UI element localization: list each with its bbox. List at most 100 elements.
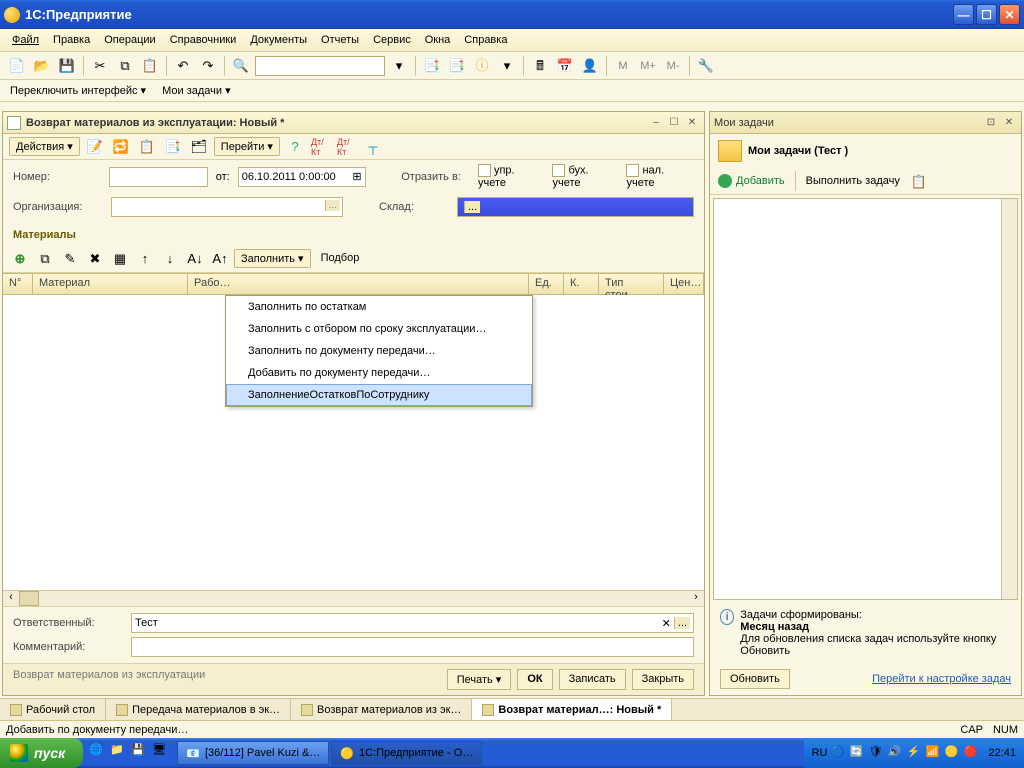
tb-dropdown-icon[interactable]: ▾ <box>496 55 518 77</box>
close-button[interactable]: ✕ <box>999 4 1020 25</box>
menu-service[interactable]: Сервис <box>367 32 417 48</box>
side-pin-icon[interactable]: ⊡ <box>983 116 999 130</box>
sort-desc-icon[interactable]: A↑ <box>209 247 231 269</box>
grid-scrollbar[interactable]: ‹› <box>3 590 704 606</box>
search-dropdown-icon[interactable]: ▾ <box>388 55 410 77</box>
refresh-button[interactable]: Обновить <box>720 669 790 689</box>
tb-icon[interactable]: 🗂 <box>188 136 210 158</box>
tray-icon[interactable]: 🔄 <box>849 745 865 761</box>
ql-icon[interactable]: 📁 <box>110 743 128 763</box>
dtkt-icon[interactable]: Дт/Кт <box>310 136 332 158</box>
tray-icon[interactable]: ⚡ <box>906 745 922 761</box>
col-rab[interactable]: Рабо… <box>188 274 529 294</box>
ql-icon[interactable]: 🖥 <box>152 743 170 763</box>
task-list[interactable] <box>713 198 1018 600</box>
down-icon[interactable]: ↓ <box>159 247 181 269</box>
org-field[interactable] <box>111 197 343 217</box>
start-button[interactable]: пуск <box>0 738 83 768</box>
help-icon[interactable]: ⓘ <box>471 55 493 77</box>
save-button[interactable]: Записать <box>559 669 626 690</box>
dtkt-icon[interactable]: Дт/Кт <box>336 136 358 158</box>
sklad-field[interactable] <box>457 197 694 217</box>
ql-icon[interactable]: 🌐 <box>89 743 107 763</box>
scrollbar[interactable] <box>1001 199 1017 599</box>
struct-icon[interactable]: ┬ <box>362 136 384 158</box>
date-field[interactable]: 06.10.2011 0:00:00⊞ <box>238 167 366 187</box>
doc-close[interactable]: ✕ <box>684 116 700 130</box>
cut-icon[interactable]: ✂ <box>89 55 111 77</box>
copy-row-icon[interactable]: ⧉ <box>34 247 56 269</box>
taskbar-app-2[interactable]: 🟡1С:Предприятие - О… <box>331 741 482 765</box>
tray-icon[interactable]: 🔵 <box>830 745 846 761</box>
open-icon[interactable]: 📂 <box>31 55 53 77</box>
save-icon[interactable]: 💾 <box>56 55 78 77</box>
grid-body[interactable]: Заполнить по остаткам Заполнить с отборо… <box>3 295 704 590</box>
doc-max[interactable]: ☐ <box>666 116 682 130</box>
col-k[interactable]: К. <box>564 274 599 294</box>
menu-reports[interactable]: Отчеты <box>315 32 365 48</box>
menu-fill-by-employee[interactable]: ЗаполнениеОстатковПоСотруднику <box>226 384 532 406</box>
menu-fill-service-life[interactable]: Заполнить с отбором по сроку эксплуатаци… <box>226 318 532 340</box>
ok-button[interactable]: ОК <box>517 669 552 690</box>
check-buh[interactable]: бух. учете <box>552 164 618 189</box>
search-input[interactable] <box>255 56 385 76</box>
calendar-icon[interactable]: 📅 <box>554 55 576 77</box>
menu-windows[interactable]: Окна <box>419 32 457 48</box>
check-upr[interactable]: упр. учете <box>478 164 545 189</box>
menu-documents[interactable]: Документы <box>244 32 313 48</box>
tray-icon[interactable]: 📶 <box>925 745 941 761</box>
tray-icon[interactable]: 🟡 <box>944 745 960 761</box>
undo-icon[interactable]: ↶ <box>172 55 194 77</box>
menu-operations[interactable]: Операции <box>98 32 161 48</box>
copy-task-icon[interactable]: 📋 <box>908 170 930 192</box>
comment-field[interactable] <box>131 637 694 657</box>
tb-icon[interactable]: 🔁 <box>110 136 132 158</box>
menu-fill-remains[interactable]: Заполнить по остаткам <box>226 296 532 318</box>
mem-m[interactable]: M <box>612 55 634 77</box>
edit-row-icon[interactable]: ✎ <box>59 247 81 269</box>
tray-icon[interactable]: 🔊 <box>887 745 903 761</box>
tray-lang[interactable]: RU <box>812 747 828 759</box>
menu-add-by-doc[interactable]: Добавить по документу передачи… <box>226 362 532 384</box>
col-material[interactable]: Материал <box>33 274 188 294</box>
user-icon[interactable]: 👤 <box>579 55 601 77</box>
paste-icon[interactable]: 📋 <box>139 55 161 77</box>
mem-mplus[interactable]: M+ <box>637 55 659 77</box>
up-icon[interactable]: ↑ <box>134 247 156 269</box>
help-icon[interactable]: ? <box>284 136 306 158</box>
number-field[interactable] <box>109 167 207 187</box>
ql-icon[interactable]: 💾 <box>131 743 149 763</box>
close-doc-button[interactable]: Закрыть <box>632 669 694 690</box>
search-icon[interactable]: 🔍 <box>230 55 252 77</box>
exec-task-button[interactable]: Выполнить задачу <box>806 175 900 187</box>
menu-file[interactable]: Файл <box>6 32 45 48</box>
redo-icon[interactable]: ↷ <box>197 55 219 77</box>
settings-link[interactable]: Перейти к настройке задач <box>872 673 1011 685</box>
responsible-field[interactable]: Тест✕ <box>131 613 694 633</box>
fill-dropdown[interactable]: Заполнить ▾ <box>234 249 311 268</box>
print-button[interactable]: Печать ▾ <box>447 669 512 690</box>
tray-icon[interactable]: 🛡 <box>868 745 884 761</box>
menu-help[interactable]: Справка <box>458 32 513 48</box>
tb-icon[interactable]: 📑 <box>446 55 468 77</box>
maximize-button[interactable]: ☐ <box>976 4 997 25</box>
mem-mminus[interactable]: M- <box>662 55 684 77</box>
add-task-button[interactable]: Добавить <box>718 174 785 188</box>
minimize-button[interactable]: — <box>953 4 974 25</box>
calc-icon[interactable]: 🖩 <box>529 55 551 77</box>
tab-return[interactable]: Возврат материалов из эк… <box>291 699 472 720</box>
menu-references[interactable]: Справочники <box>164 32 243 48</box>
sort-asc-icon[interactable]: A↓ <box>184 247 206 269</box>
tb-icon[interactable]: 📝 <box>84 136 106 158</box>
actions-dropdown[interactable]: Действия ▾ <box>9 137 80 156</box>
tab-transfer[interactable]: Передача материалов в эк… <box>106 699 291 720</box>
tb-icon[interactable]: 📑 <box>421 55 443 77</box>
tb-icon[interactable]: 📋 <box>136 136 158 158</box>
tab-return-new[interactable]: Возврат материал…: Новый * <box>472 699 672 720</box>
doc-min[interactable]: – <box>648 116 664 130</box>
tab-desktop[interactable]: Рабочий стол <box>0 699 106 720</box>
switch-interface[interactable]: Переключить интерфейс ▾ <box>6 83 150 98</box>
switch-tasks[interactable]: Мои задачи ▾ <box>158 83 235 98</box>
new-doc-icon[interactable]: 📄 <box>6 55 28 77</box>
side-close-icon[interactable]: ✕ <box>1001 116 1017 130</box>
